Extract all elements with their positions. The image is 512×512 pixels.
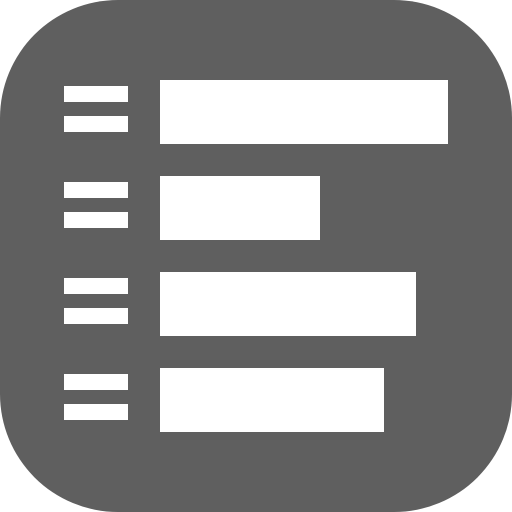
bar-list-icon xyxy=(0,0,512,512)
line-mark xyxy=(64,404,128,420)
line-mark xyxy=(64,182,128,198)
menu-lines-icon xyxy=(64,374,128,420)
list-row xyxy=(0,368,512,432)
list-row xyxy=(0,272,512,336)
line-mark xyxy=(64,374,128,390)
menu-lines-icon xyxy=(64,182,128,228)
list-row xyxy=(0,176,512,240)
bar-mark xyxy=(160,368,384,432)
menu-lines-icon xyxy=(64,86,128,132)
menu-lines-icon xyxy=(64,278,128,324)
bar-mark xyxy=(160,272,416,336)
line-mark xyxy=(64,212,128,228)
bar-mark xyxy=(160,176,320,240)
line-mark xyxy=(64,86,128,102)
line-mark xyxy=(64,278,128,294)
line-mark xyxy=(64,116,128,132)
bar-mark xyxy=(160,80,448,144)
line-mark xyxy=(64,308,128,324)
list-row xyxy=(0,80,512,144)
